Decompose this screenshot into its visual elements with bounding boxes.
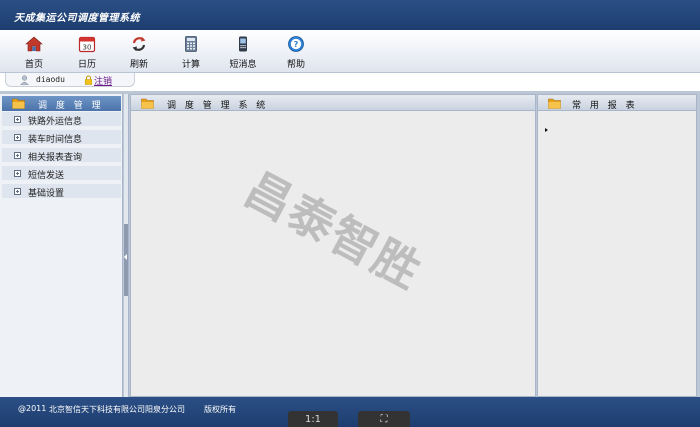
help-label: 帮助 — [286, 60, 305, 70]
expand-icon — [14, 170, 21, 177]
menu-item-report-query[interactable]: 相关报表查询 — [2, 148, 121, 163]
menu-item-label: 装车时间信息 — [28, 135, 83, 145]
menu-item-sms-send[interactable]: 短信发送 — [2, 166, 121, 181]
short-message-button[interactable]: 短消息 — [223, 33, 263, 71]
sidebar-splitter[interactable] — [124, 94, 129, 397]
right-panel-title: 常 用 报 表 — [572, 101, 638, 111]
user-bar: diaodu 注销 — [0, 73, 700, 87]
refresh-button[interactable]: 刷新 — [119, 33, 159, 71]
main-area: 调 度 管 理 铁路外运信息 装车时间信息 相关报表查询 短信发送 基础设置 调… — [0, 91, 700, 397]
calculator-icon — [185, 36, 197, 52]
menu-item-label: 基础设置 — [28, 189, 65, 199]
username: diaodu — [36, 75, 65, 84]
lock-icon — [84, 75, 93, 85]
help-button[interactable]: ? 帮助 — [276, 33, 316, 71]
right-panel-header: 常 用 报 表 — [538, 95, 696, 111]
menu-item-label: 铁路外运信息 — [28, 117, 83, 127]
mobile-phone-icon — [239, 36, 247, 52]
folder-icon — [12, 98, 25, 109]
folder-icon — [141, 98, 154, 109]
refresh-label: 刷新 — [129, 60, 148, 70]
menu-item-railway-info[interactable]: 铁路外运信息 — [2, 112, 121, 127]
logout-link[interactable]: 注销 — [94, 74, 112, 87]
expand-icon — [14, 134, 21, 141]
calendar-button[interactable]: 30 日历 — [67, 33, 107, 71]
calendar-icon: 30 — [78, 36, 96, 53]
user-tab: diaodu 注销 — [5, 73, 135, 87]
menu-item-label: 短信发送 — [28, 171, 65, 181]
splitter-grip[interactable] — [124, 224, 128, 296]
list-bullet-icon — [545, 128, 548, 132]
expand-icon — [14, 116, 21, 123]
sidebar-title: 调 度 管 理 — [38, 101, 104, 111]
fit-screen-button[interactable]: ⛶ — [358, 411, 410, 427]
title-bar: 天成集运公司调度管理系统 — [0, 0, 700, 30]
center-panel-title: 调 度 管 理 系 统 — [167, 101, 269, 111]
help-icon: ? — [288, 36, 304, 52]
actual-size-button[interactable]: 1:1 — [288, 411, 338, 427]
toolbar: 首页 30 日历 刷新 计算 短消息 ? 帮助 — [0, 30, 700, 73]
svg-text:?: ? — [294, 40, 299, 49]
calculator-button[interactable]: 计算 — [171, 33, 211, 71]
calendar-label: 日历 — [77, 60, 96, 70]
svg-text:30: 30 — [83, 44, 92, 52]
user-icon — [20, 75, 29, 85]
home-label: 首页 — [24, 60, 43, 70]
menu-item-loading-time[interactable]: 装车时间信息 — [2, 130, 121, 145]
refresh-icon — [132, 37, 146, 51]
short-message-label: 短消息 — [229, 60, 257, 70]
expand-icon — [14, 152, 21, 159]
copyright-year: @2011 — [18, 404, 47, 413]
menu-item-label: 相关报表查询 — [28, 153, 83, 163]
center-panel-header: 调 度 管 理 系 统 — [131, 95, 535, 111]
collapse-arrow-icon[interactable] — [124, 254, 127, 260]
company-name: 北京智信天下科技有限公司阳泉分公司 — [49, 405, 185, 414]
menu-item-basic-settings[interactable]: 基础设置 — [2, 184, 121, 199]
folder-icon — [548, 98, 561, 109]
calculator-label: 计算 — [181, 60, 200, 70]
footer: @2011 北京智信天下科技有限公司阳泉分公司 版权所有 1:1 ⛶ — [0, 397, 700, 427]
center-panel: 调 度 管 理 系 统 昌泰智胜 — [130, 94, 536, 397]
sidebar-header[interactable]: 调 度 管 理 — [2, 96, 121, 111]
sidebar: 调 度 管 理 铁路外运信息 装车时间信息 相关报表查询 短信发送 基础设置 — [0, 94, 123, 397]
right-panel: 常 用 报 表 — [537, 94, 697, 397]
home-button[interactable]: 首页 — [14, 33, 54, 71]
watermark: 昌泰智胜 — [236, 161, 432, 300]
rights-text: 版权所有 — [204, 405, 236, 414]
home-icon — [25, 36, 43, 52]
app-title: 天成集运公司调度管理系统 — [14, 13, 140, 24]
expand-icon — [14, 188, 21, 195]
